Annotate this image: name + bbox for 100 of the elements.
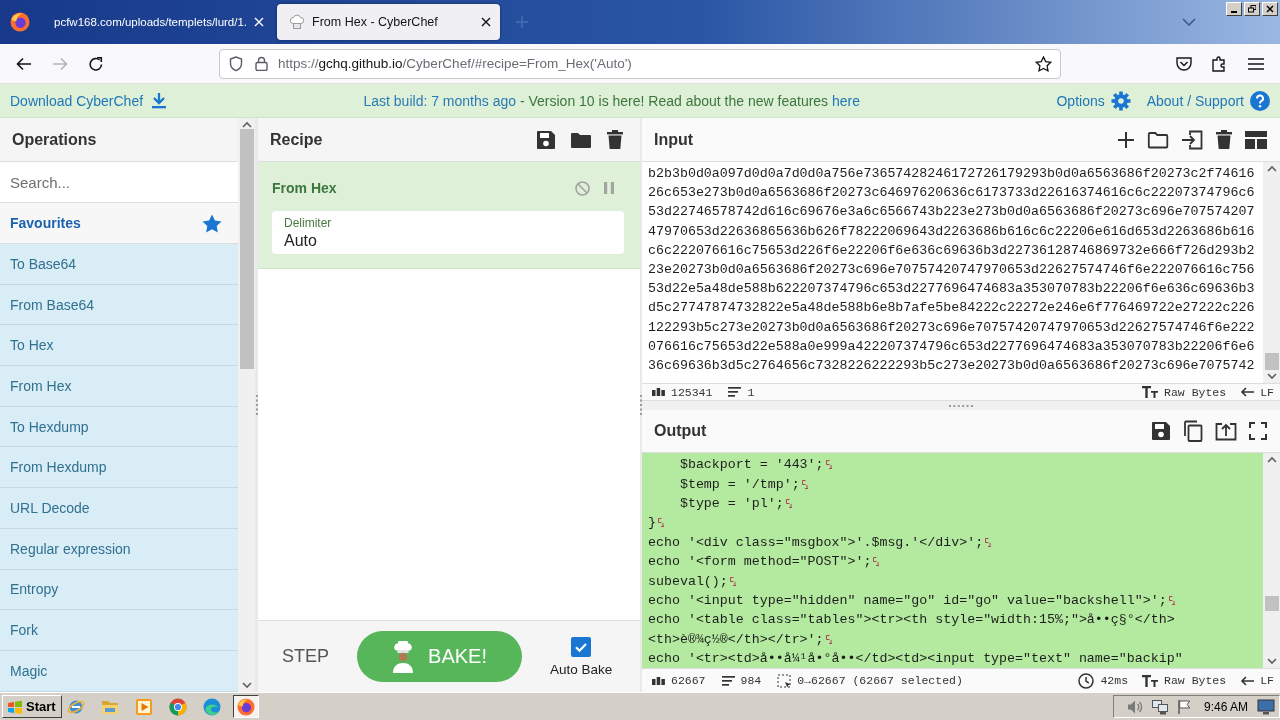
network-icon[interactable] — [1151, 698, 1169, 715]
length-icon — [652, 676, 665, 685]
auto-bake-checkbox[interactable] — [571, 636, 592, 657]
scrollbar-thumb[interactable] — [1264, 353, 1279, 370]
hex-text-line: 47970653d22636865636b626f78222069643d2263686b616c6c22206e616d653d2263686b616 — [648, 223, 1255, 239]
star-icon[interactable] — [202, 213, 222, 233]
encoding-button[interactable]: Raw Bytes — [1142, 385, 1227, 399]
delimiter-field[interactable]: Delimiter Auto — [272, 211, 624, 254]
resize-handle-icon[interactable] — [255, 395, 258, 415]
eol-button[interactable]: LF — [1240, 385, 1274, 399]
plus-icon[interactable] — [1117, 130, 1135, 149]
operation-item[interactable]: To Hex — [0, 325, 238, 367]
flag-icon[interactable] — [1176, 698, 1192, 715]
resize-handle-icon[interactable] — [949, 404, 973, 407]
menu-icon[interactable] — [1248, 57, 1264, 70]
scrollbar[interactable] — [238, 118, 255, 692]
operation-item[interactable]: From Hexdump — [0, 447, 238, 489]
close-button[interactable] — [1262, 2, 1278, 16]
speaker-icon[interactable] — [1126, 698, 1144, 715]
browser-logo-icon — [10, 12, 30, 32]
browser-icon[interactable] — [168, 697, 187, 716]
scroll-down-icon[interactable] — [241, 681, 252, 689]
folder-icon[interactable] — [1147, 130, 1169, 149]
browser-tab[interactable]: From Hex - CyberChef — [277, 4, 501, 40]
operation-item[interactable]: URL Decode — [0, 488, 238, 529]
scrollbar-thumb[interactable] — [1264, 596, 1279, 611]
bake-time: 42ms — [1100, 674, 1129, 687]
operation-item[interactable]: To Hexdump — [0, 406, 238, 448]
eol-button[interactable]: LF — [1240, 674, 1274, 687]
reload-icon[interactable] — [88, 55, 104, 72]
about-support-link[interactable]: About / Support — [1146, 92, 1244, 109]
options-link[interactable]: Options — [1056, 92, 1105, 109]
clock-icon — [1078, 672, 1095, 689]
scrollbar-thumb[interactable] — [239, 129, 254, 369]
layout-icon[interactable] — [1245, 130, 1267, 149]
windows-flag-icon — [7, 699, 23, 714]
address-field[interactable]: https://gchq.github.io/CyberChef/#recipe=From_Hex('Auto') — [219, 48, 1061, 79]
operation-item[interactable]: Entropy — [0, 569, 238, 611]
lines-icon — [728, 387, 742, 397]
operation-item[interactable]: From Base64 — [0, 284, 238, 326]
scroll-down-icon[interactable] — [1266, 657, 1277, 665]
arrow-out-of-box-icon[interactable] — [1215, 421, 1237, 441]
folder-icon[interactable] — [570, 130, 592, 149]
length-value: 62667 — [671, 674, 706, 687]
copy-icon[interactable] — [1183, 420, 1203, 442]
scroll-up-icon[interactable] — [241, 121, 252, 129]
lock-icon[interactable] — [255, 56, 268, 71]
desktop-icon[interactable] — [1257, 698, 1275, 715]
step-button[interactable]: STEP — [274, 640, 337, 673]
puzzle-piece-icon[interactable] — [1212, 55, 1228, 72]
here-link[interactable]: here — [832, 92, 861, 109]
encoding-button[interactable]: Raw Bytes — [1142, 674, 1227, 687]
operation-item[interactable]: Regular expression — [0, 528, 238, 570]
pocket-icon[interactable] — [1175, 55, 1193, 72]
browser-icon[interactable] — [236, 697, 255, 716]
help-icon[interactable] — [1250, 90, 1270, 111]
restore-button[interactable] — [1244, 2, 1260, 16]
scroll-up-icon[interactable] — [1266, 456, 1277, 464]
start-button[interactable]: Start — [2, 695, 62, 718]
version-notice: Last build: 7 months ago - Version 10 is here! Read about the new features here — [362, 92, 862, 109]
save-icon[interactable] — [536, 129, 556, 150]
chevron-down-icon[interactable] — [1182, 18, 1196, 26]
operation-item[interactable]: To Base64 — [0, 244, 238, 285]
close-icon[interactable] — [481, 17, 492, 27]
trash-icon[interactable] — [1215, 129, 1233, 150]
hex-text-line: b2b3b0d0a097d0d0a7d0d0a756e73657428246172726179293b0d0a6563686f20273c2f74616 — [648, 166, 1255, 182]
close-icon — [1266, 5, 1274, 13]
hex-text-line: 26c653e273b0d0a6563686f20273c64697620636c6173733d22616374616c6c22207374796c6 — [648, 185, 1255, 201]
return-arrow-icon — [1240, 387, 1255, 397]
operation-title: From Hex — [272, 180, 337, 196]
trash-icon[interactable] — [606, 129, 624, 150]
panel-title: Output — [654, 422, 707, 440]
bookmark-star-icon[interactable] — [1035, 55, 1052, 72]
favourites-category[interactable]: Favourites — [0, 203, 238, 244]
save-icon[interactable] — [1151, 421, 1171, 441]
maximize-icon[interactable] — [1249, 422, 1267, 440]
operation-item[interactable]: Fork — [0, 610, 238, 651]
panel-title: Operations — [12, 130, 97, 149]
scrollbar[interactable] — [1263, 453, 1280, 668]
scrollbar[interactable] — [1263, 162, 1280, 383]
operation-item[interactable]: Magic — [0, 650, 238, 692]
hex-text-line: 53d22e5a48de588b622207374796c653d2277696474683a353070783b22206f6e636c69636b3 — [648, 281, 1255, 297]
bake-button[interactable]: BAKE! — [357, 631, 522, 682]
arrow-into-box-icon[interactable] — [1181, 129, 1203, 150]
shield-icon[interactable] — [229, 55, 243, 72]
scroll-up-icon[interactable] — [1266, 165, 1277, 173]
panel-title: Input — [654, 130, 694, 149]
download-link[interactable]: Download CyberChef — [10, 92, 144, 109]
scroll-down-icon[interactable] — [1266, 372, 1277, 380]
operation-item[interactable]: From Hex — [0, 366, 238, 407]
browser-tab[interactable]: pcfw168.com/uploads/templets/lurd/1. — [42, 4, 274, 40]
media-player-icon[interactable] — [134, 697, 153, 716]
back-icon[interactable] — [16, 56, 32, 71]
clock-time[interactable]: 9:46 AM — [1204, 699, 1249, 714]
minimize-button[interactable] — [1226, 2, 1242, 16]
resize-handle-icon[interactable] — [640, 395, 642, 415]
hex-text-line: 122293b5c273e20273b0d0a6563686f20273c696e70757420747970653d22627574746f6e222 — [648, 319, 1255, 335]
hex-text-line: c6c222076616c75653d226f6e22206f6e636c69636b3d22736128746869732e666f726d293b2 — [648, 242, 1255, 258]
download-icon[interactable] — [151, 92, 168, 109]
selection-icon — [777, 673, 792, 688]
